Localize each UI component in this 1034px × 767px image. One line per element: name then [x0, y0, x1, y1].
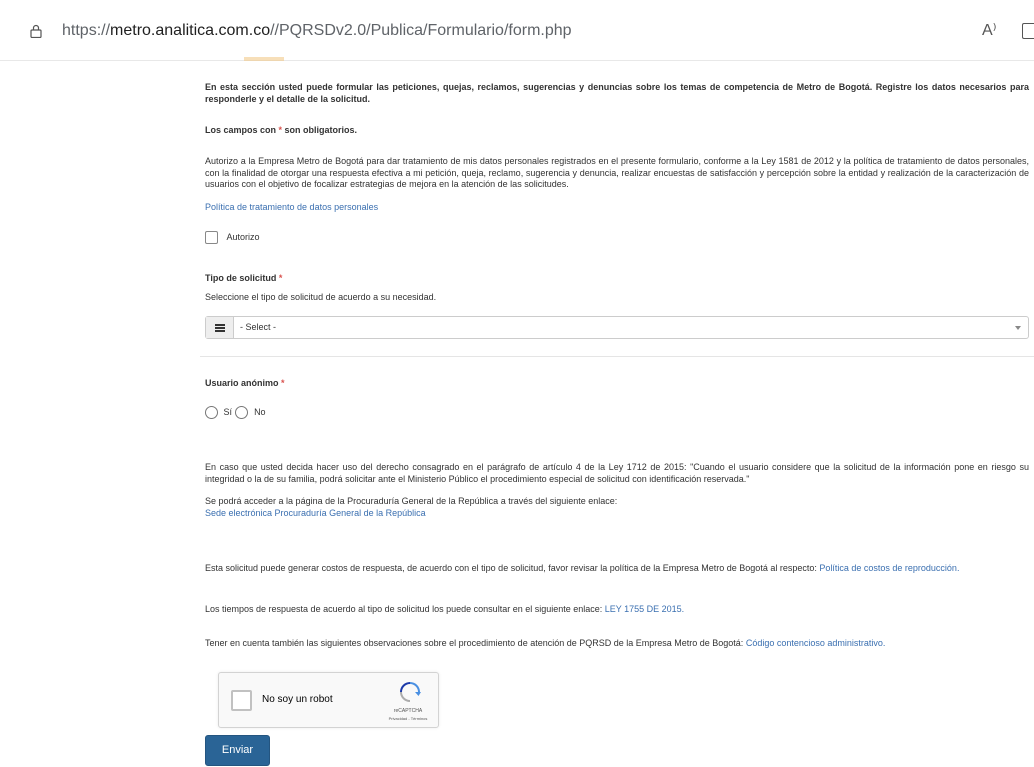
- anonymous-no-radio[interactable]: [234, 406, 248, 419]
- option-no-label: No: [254, 406, 266, 417]
- response-times-info: Los tiempos de respuesta de acuerdo al t…: [205, 604, 1029, 616]
- required-note: Los campos con * son obligatorios.: [205, 125, 1029, 137]
- url-field[interactable]: https://metro.analitica.com.co//PQRSDv2.…: [62, 22, 572, 40]
- request-type-select[interactable]: - Select -: [205, 316, 1029, 339]
- recaptcha-checkbox[interactable]: [231, 690, 252, 711]
- required-star: *: [281, 378, 285, 388]
- observations-info: Tener en cuenta también las siguientes o…: [205, 638, 1029, 650]
- list-icon: [206, 317, 234, 338]
- data-policy-link[interactable]: Política de tratamiento de datos persona…: [205, 202, 378, 212]
- procuraduria-link-row: Sede electrónica Procuraduría General de…: [205, 508, 1029, 520]
- required-note-suffix: son obligatorios.: [282, 125, 358, 135]
- procuraduria-info: Se podrá acceder a la página de la Procu…: [205, 496, 618, 506]
- request-type-label-text: Tipo de solicitud: [205, 273, 277, 283]
- request-type-value: - Select -: [240, 322, 277, 332]
- chevron-down-icon: [1015, 326, 1021, 330]
- url-host: metro.analitica.com.co: [110, 22, 271, 39]
- required-note-prefix: Los campos con: [205, 125, 279, 135]
- costs-text: Esta solicitud puede generar costos de r…: [205, 563, 820, 573]
- administrative-code-link[interactable]: Código contencioso administrativo.: [746, 638, 886, 648]
- costs-policy-link[interactable]: Política de costos de reproducción.: [819, 563, 959, 573]
- anonymous-info: En caso que usted decida hacer uso del d…: [205, 462, 1029, 484]
- url-prefix: https://: [62, 22, 111, 39]
- law-1755-link[interactable]: LEY 1755 DE 2015.: [605, 604, 684, 614]
- procuraduria-link[interactable]: Sede electrónica Procuraduría General de…: [205, 508, 426, 518]
- anonymous-label-text: Usuario anónimo: [205, 378, 279, 388]
- anonymous-label: Usuario anónimo *: [205, 378, 1029, 390]
- url-path: //PQRSDv2.0/Publica/Formulario/form.php: [270, 22, 572, 39]
- request-type-label: Tipo de solicitud *: [205, 273, 1029, 285]
- request-type-help: Seleccione el tipo de solicitud de acuer…: [205, 292, 437, 302]
- recaptcha-label: No soy un robot: [262, 694, 333, 705]
- authorize-row: Autorizo: [205, 231, 1029, 244]
- times-text: Los tiempos de respuesta de acuerdo al t…: [205, 604, 605, 614]
- header-cutoff: [244, 57, 284, 62]
- anonymous-yes-radio[interactable]: [205, 406, 218, 419]
- recaptcha-widget: No soy un robot reCAPTCHA Privacidad - T…: [218, 672, 439, 728]
- intro-text: En esta sección usted puede formular las…: [205, 82, 1029, 104]
- anonymous-options: Sí No: [205, 406, 1029, 419]
- costs-info: Esta solicitud puede generar costos de r…: [205, 563, 1029, 575]
- lock-icon: [30, 24, 42, 38]
- browser-address-bar: https://metro.analitica.com.co//PQRSDv2.…: [0, 0, 1034, 61]
- authorize-label: Autorizo: [226, 231, 260, 242]
- section-divider: [200, 356, 1034, 357]
- consent-text: Autorizo a la Empresa Metro de Bogotá pa…: [205, 156, 1029, 189]
- policy-link-row: Política de tratamiento de datos persona…: [205, 202, 1029, 214]
- tab-actions-icon[interactable]: [1022, 23, 1034, 39]
- recaptcha-logo-icon: [400, 682, 421, 702]
- read-aloud-icon[interactable]: A⁾: [982, 20, 997, 40]
- required-star: *: [278, 273, 283, 283]
- recaptcha-terms[interactable]: Privacidad - Términos: [377, 713, 439, 725]
- submit-button[interactable]: Enviar: [205, 735, 270, 766]
- option-yes-label: Sí: [223, 406, 233, 417]
- authorize-checkbox[interactable]: [205, 231, 218, 244]
- observations-text: Tener en cuenta también las siguientes o…: [205, 638, 746, 648]
